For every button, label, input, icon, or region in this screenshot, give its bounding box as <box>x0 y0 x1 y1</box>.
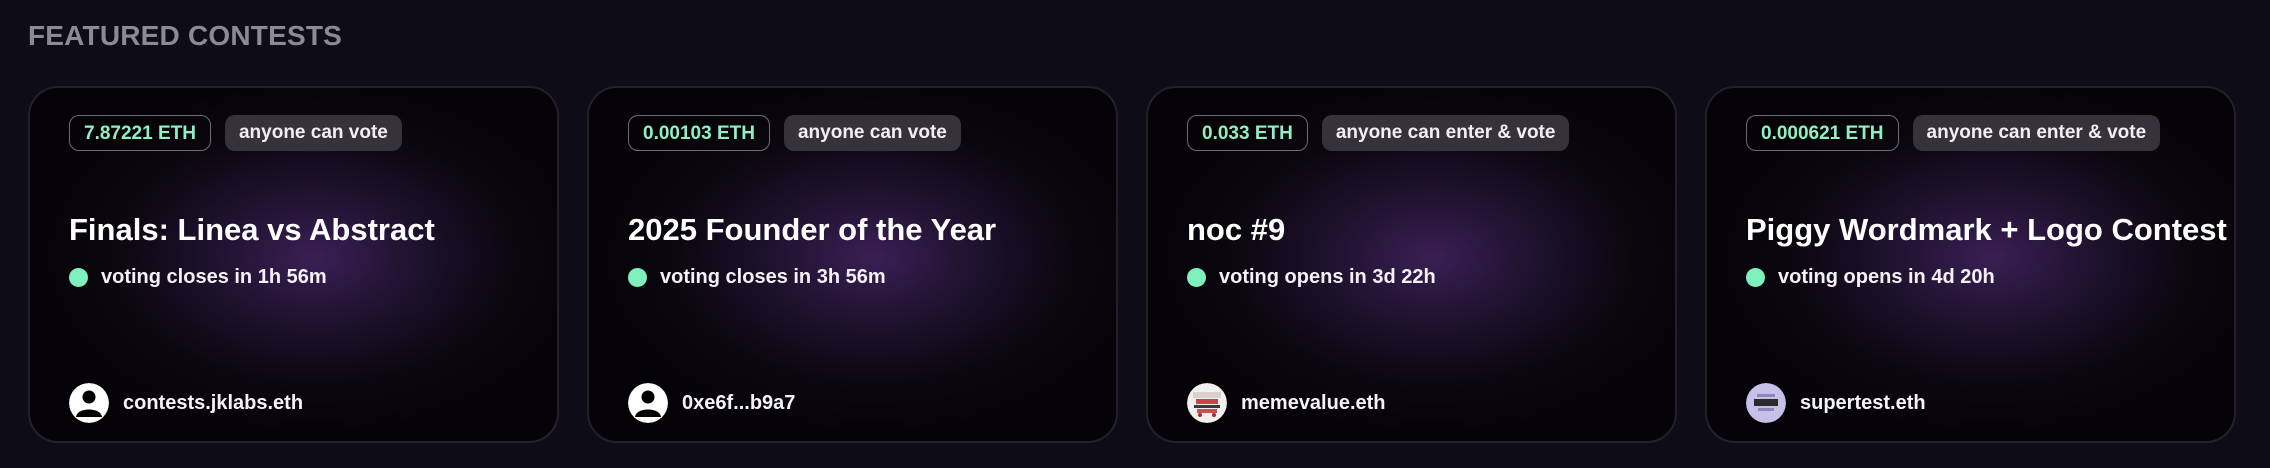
contest-status: voting opens in 3d 22h <box>1187 266 1436 289</box>
contest-card[interactable]: 0.000621 ETH anyone can enter & vote Pig… <box>1705 86 2236 443</box>
status-dot-icon <box>1746 268 1765 287</box>
creator[interactable]: 0xe6f...b9a7 <box>628 383 795 423</box>
access-badge: anyone can enter & vote <box>1912 115 2161 151</box>
status-dot-icon <box>69 268 88 287</box>
contest-title: Piggy Wordmark + Logo Contest <box>1746 212 2227 247</box>
status-text: voting closes in 1h 56m <box>101 266 327 288</box>
contest-badges: 0.00103 ETH anyone can vote <box>628 115 961 151</box>
contest-card-list: 7.87221 ETH anyone can vote Finals: Line… <box>28 86 2241 443</box>
status-text: voting opens in 3d 22h <box>1219 266 1436 288</box>
creator[interactable]: contests.jklabs.eth <box>69 383 303 423</box>
status-text: voting closes in 3h 56m <box>660 266 886 288</box>
prize-badge: 7.87221 ETH <box>69 115 211 151</box>
contest-badges: 0.033 ETH anyone can enter & vote <box>1187 115 1570 151</box>
creator[interactable]: supertest.eth <box>1746 383 1926 423</box>
lavender-avatar-icon <box>1746 383 1786 423</box>
status-text: voting opens in 4d 20h <box>1778 266 1995 288</box>
contest-badges: 0.000621 ETH anyone can enter & vote <box>1746 115 2161 151</box>
creator-name: supertest.eth <box>1800 391 1926 414</box>
creator-name: 0xe6f...b9a7 <box>682 391 796 414</box>
access-badge: anyone can vote <box>224 115 402 151</box>
contest-status: voting closes in 1h 56m <box>69 266 327 289</box>
status-dot-icon <box>1187 268 1206 287</box>
access-badge: anyone can vote <box>783 115 961 151</box>
contest-title: 2025 Founder of the Year <box>628 212 997 247</box>
contest-badges: 7.87221 ETH anyone can vote <box>69 115 402 151</box>
contest-status: voting closes in 3h 56m <box>628 266 886 289</box>
section-title: FEATURED CONTESTS <box>28 20 342 51</box>
contest-card[interactable]: 0.033 ETH anyone can enter & vote noc #9… <box>1146 86 1677 443</box>
meme-avatar-icon <box>1187 383 1227 423</box>
contest-status: voting opens in 4d 20h <box>1746 266 1995 289</box>
creator-name: contests.jklabs.eth <box>123 391 304 414</box>
creator[interactable]: memevalue.eth <box>1187 383 1386 423</box>
contest-card[interactable]: 0.00103 ETH anyone can vote 2025 Founder… <box>587 86 1118 443</box>
default-user-icon <box>628 383 668 423</box>
default-user-icon <box>69 383 109 423</box>
contest-title: noc #9 <box>1187 212 1286 247</box>
creator-name: memevalue.eth <box>1241 391 1386 414</box>
prize-badge: 0.00103 ETH <box>628 115 770 151</box>
featured-contests-section: FEATURED CONTESTS 7.87221 ETH anyone can… <box>0 0 2270 468</box>
contest-card[interactable]: 7.87221 ETH anyone can vote Finals: Line… <box>28 86 559 443</box>
prize-badge: 0.033 ETH <box>1187 115 1308 151</box>
status-dot-icon <box>628 268 647 287</box>
access-badge: anyone can enter & vote <box>1321 115 1570 151</box>
contest-title: Finals: Linea vs Abstract <box>69 212 435 247</box>
prize-badge: 0.000621 ETH <box>1746 115 1899 151</box>
